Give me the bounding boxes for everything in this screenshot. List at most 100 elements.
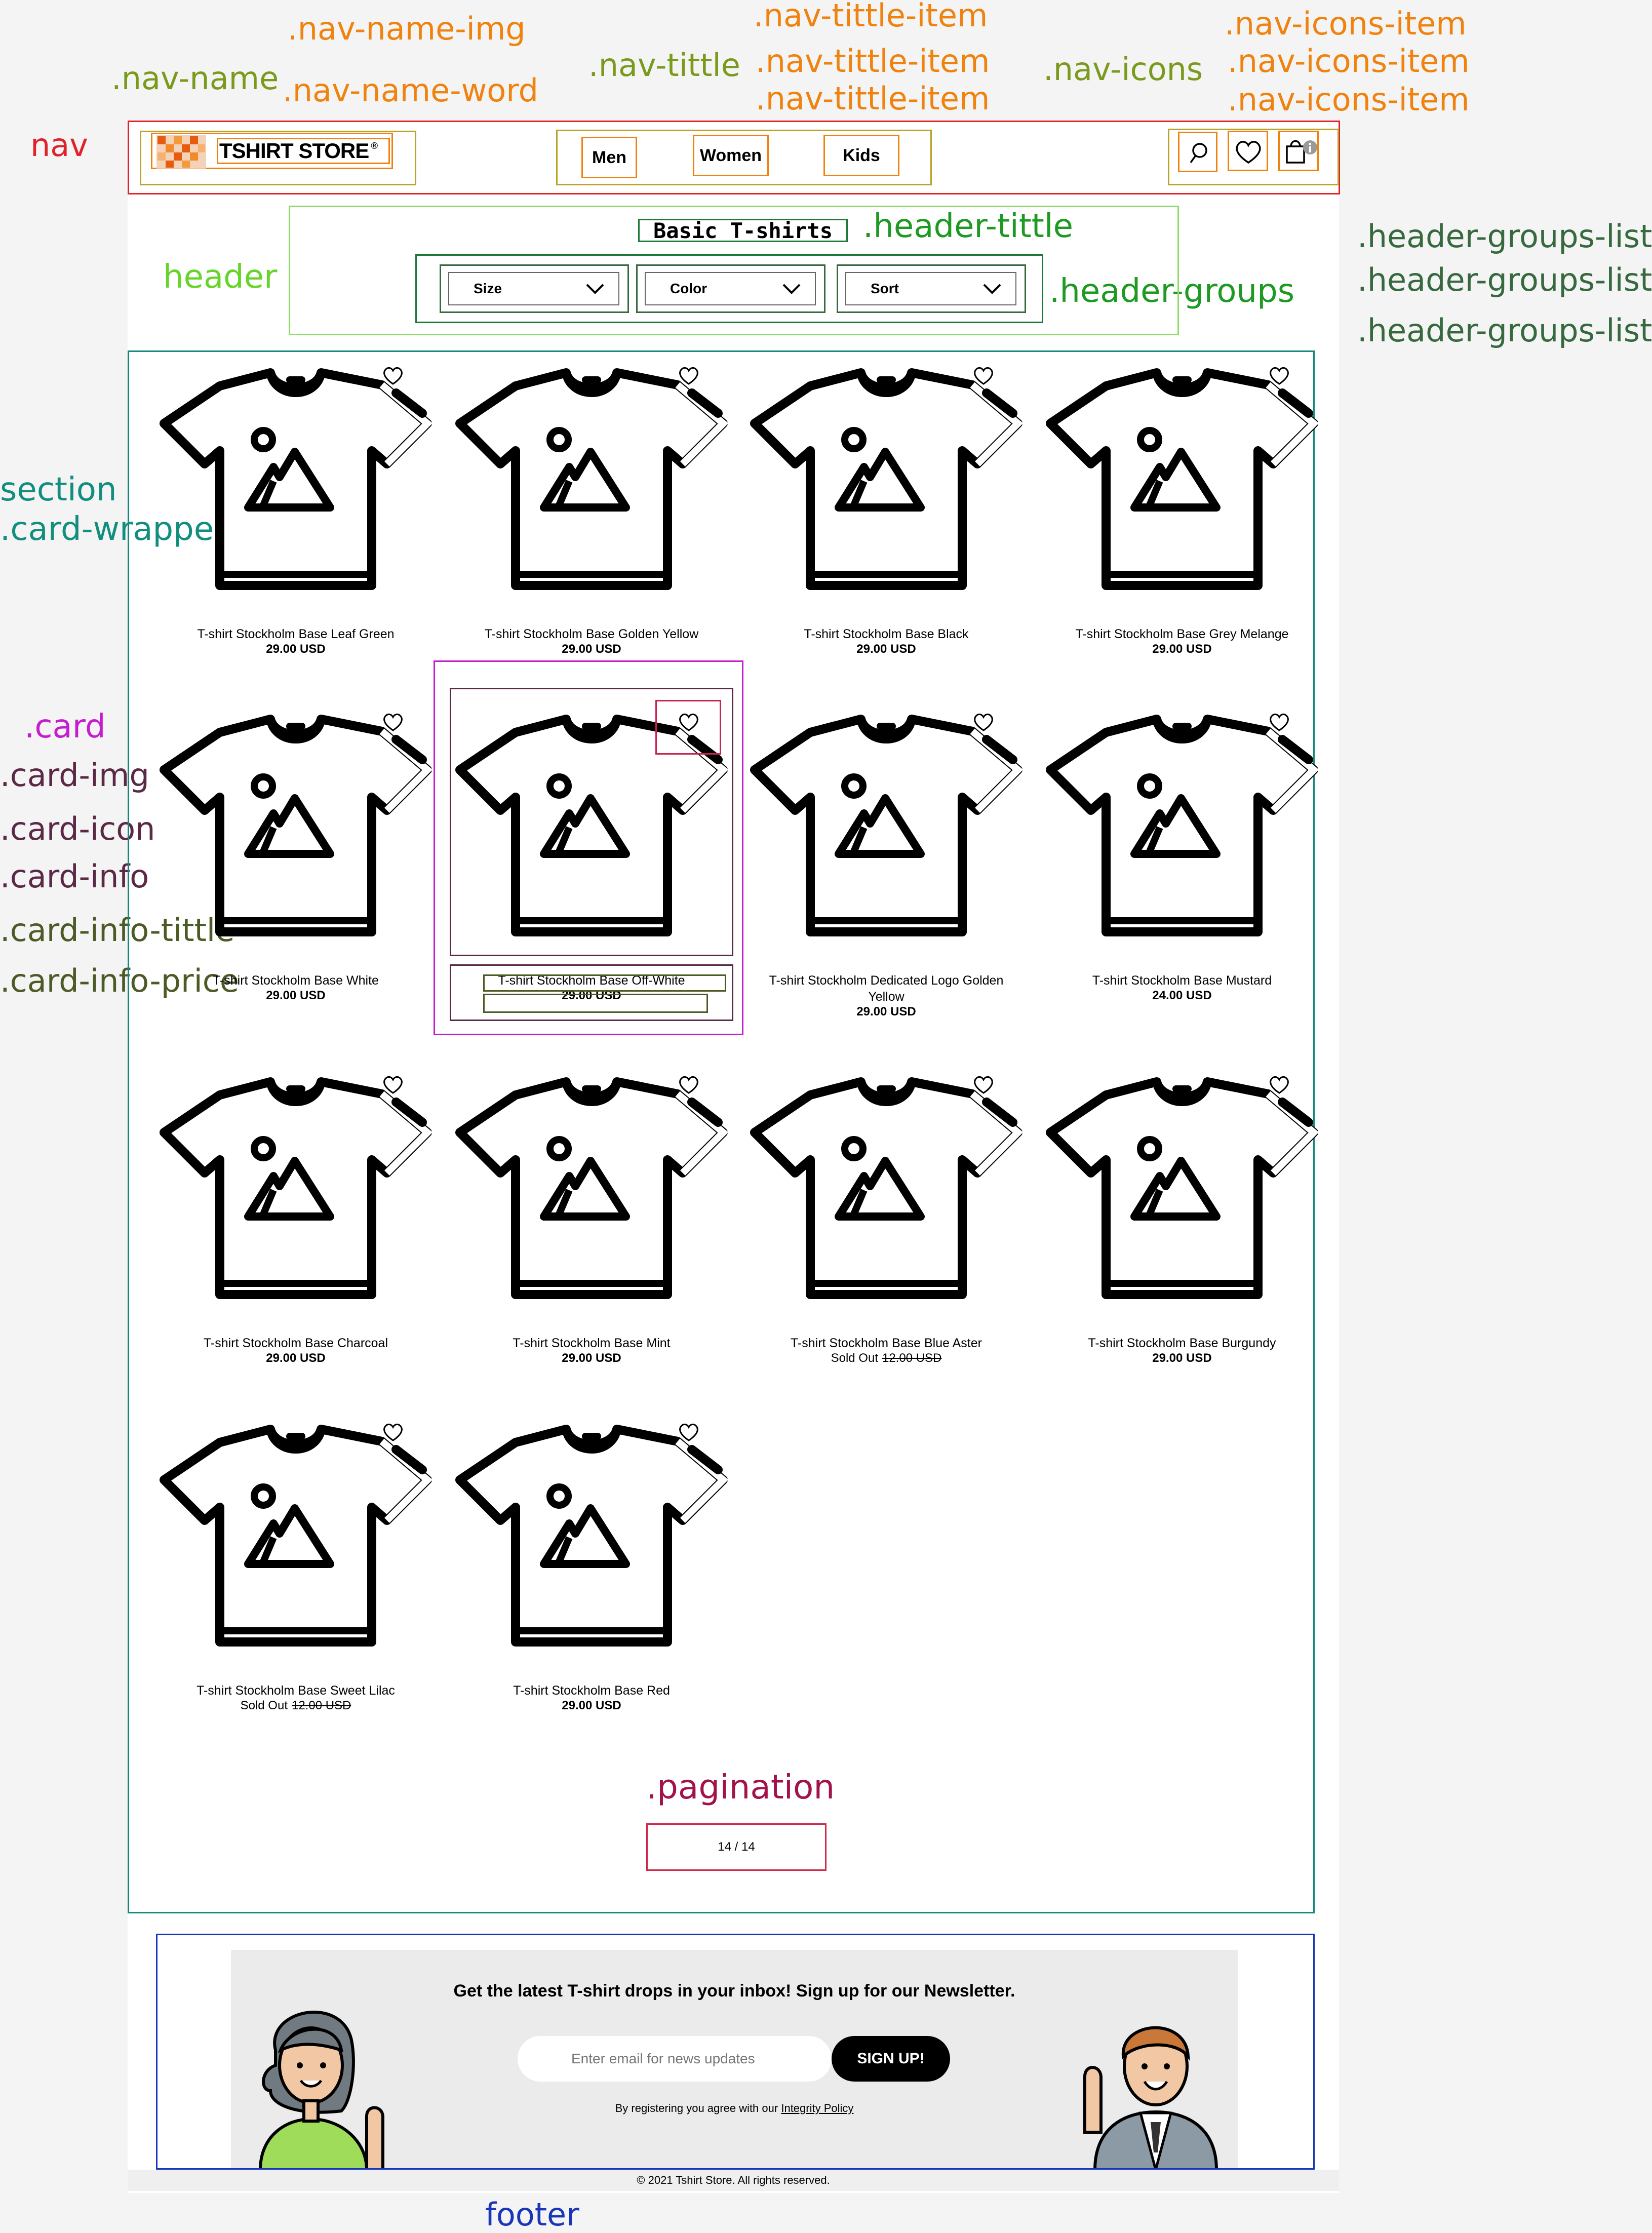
card-icon[interactable] (382, 1422, 404, 1442)
product-card[interactable]: T-shirt Stockholm Base Golden Yellow 29.0… (450, 358, 733, 682)
card-info-tittle[interactable]: T-shirt Stockholm Dedicated Logo Golden … (760, 972, 1013, 1005)
card-icon[interactable] (678, 1075, 700, 1095)
product-card[interactable]: T-shirt Stockholm Base Mint 29.00 USD (450, 1067, 733, 1391)
card-info-tittle[interactable]: T-shirt Stockholm Base Golden Yellow (465, 626, 718, 642)
color-select-label: Color (670, 281, 707, 296)
tshirt-image (1046, 715, 1319, 936)
tshirt-image (455, 368, 729, 590)
nav-link-women[interactable]: Women (693, 135, 769, 176)
product-card[interactable]: T-shirt Stockholm Base Sweet Lilac Sold O… (154, 1414, 438, 1738)
product-card[interactable]: T-shirt Stockholm Base Burgundy 29.00 USD (1040, 1067, 1324, 1391)
card-img[interactable] (450, 358, 733, 603)
card-info-price: 29.00 USD (562, 642, 621, 656)
card-icon[interactable] (382, 1075, 404, 1095)
nav-name-word[interactable]: TSHIRT STORE ® (217, 138, 390, 164)
card-icon[interactable] (1268, 1075, 1290, 1095)
header-tittle: Basic T-shirts (638, 218, 848, 243)
wishlist-heart-icon (383, 1076, 403, 1094)
wishlist-heart-icon (383, 713, 403, 731)
copyright-text: © 2021 Tshirt Store. All rights reserved… (637, 2174, 830, 2186)
annotation-nav-icons-item-3: .nav-icons-item (1228, 81, 1470, 118)
card-icon[interactable] (1268, 366, 1290, 386)
annotation-nav-tittle-item-3: .nav-tittle-item (756, 80, 990, 117)
card-info-tittle[interactable]: T-shirt Stockholm Base Burgundy (1055, 1335, 1309, 1351)
nav-cart-button[interactable] (1278, 131, 1319, 171)
nav-link-kids[interactable]: Kids (823, 135, 899, 176)
card-info-price: 29.00 USD (856, 1005, 916, 1018)
product-card[interactable]: T-shirt Stockholm Base Leaf Green 29.00 U… (154, 358, 438, 682)
tshirt-image (1046, 1077, 1319, 1299)
card-info-price: 29.00 USD (266, 1351, 326, 1365)
product-card[interactable]: T-shirt Stockholm Base Grey Melange 29.00… (1040, 358, 1324, 682)
nav-search-button[interactable] (1178, 132, 1217, 172)
card-icon[interactable] (382, 366, 404, 386)
card-info-tittle[interactable]: T-shirt Stockholm Base Sweet Lilac (169, 1682, 422, 1699)
card-icon[interactable] (678, 1422, 700, 1442)
card-img[interactable] (744, 358, 1028, 603)
nav-link-men[interactable]: Men (581, 137, 637, 178)
card-img[interactable] (1040, 1067, 1324, 1312)
annotation-nav-tittle: .nav-tittle (588, 47, 740, 84)
card-img[interactable] (154, 1067, 438, 1312)
product-card[interactable]: T-shirt Stockholm Base Mustard 24.00 USD (1040, 704, 1324, 1028)
card-img[interactable] (1040, 358, 1324, 603)
card-info-tittle[interactable]: T-shirt Stockholm Base White (169, 972, 422, 989)
wishlist-heart-icon (974, 1076, 993, 1094)
card-info-tittle[interactable]: T-shirt Stockholm Base Blue Aster (760, 1335, 1013, 1351)
heart-icon (1236, 141, 1261, 164)
color-select[interactable]: Color (645, 272, 816, 305)
product-card[interactable]: T-shirt Stockholm Dedicated Logo Golden … (744, 704, 1028, 1028)
product-card[interactable]: T-shirt Stockholm Base Blue Aster Sold Ou… (744, 1067, 1028, 1391)
card-info-tittle[interactable]: T-shirt Stockholm Base Grey Melange (1055, 626, 1309, 642)
nav-wishlist-button[interactable] (1228, 131, 1268, 171)
card-img[interactable] (154, 704, 438, 949)
card-img[interactable] (450, 1414, 733, 1659)
product-card[interactable]: T-shirt Stockholm Base Red 29.00 USD (450, 1414, 733, 1738)
card-info-tittle[interactable]: T-shirt Stockholm Base Charcoal (169, 1335, 422, 1351)
card-icon[interactable] (972, 366, 995, 386)
card-img[interactable] (744, 704, 1028, 949)
annotation-nav-tittle-item-2: .nav-tittle-item (756, 43, 990, 80)
card-icon[interactable] (972, 712, 995, 732)
tshirt-image (1046, 368, 1319, 590)
tshirt-image (160, 1425, 433, 1647)
card-img[interactable] (154, 358, 438, 603)
annotation-card-info: .card-info (0, 858, 149, 895)
tshirt-image (750, 1077, 1024, 1299)
product-card[interactable]: T-shirt Stockholm Base Charcoal 29.00 USD (154, 1067, 438, 1391)
product-card[interactable]: T-shirt Stockholm Base Black 29.00 USD (744, 358, 1028, 682)
card-info-tittle[interactable]: T-shirt Stockholm Base Mustard (1055, 972, 1309, 989)
card-img[interactable] (744, 1067, 1028, 1312)
card-info-price: 29.00 USD (1152, 642, 1212, 656)
header-groups-list-sort: Sort (837, 264, 1026, 313)
card-icon[interactable] (678, 366, 700, 386)
card-info-price: Sold Out 12.00 USD (760, 1351, 1013, 1365)
size-select[interactable]: Size (448, 272, 619, 305)
sold-out-label: Sold Out (240, 1699, 288, 1712)
old-price: 12.00 USD (291, 1699, 351, 1712)
card-icon[interactable] (382, 712, 404, 732)
product-card[interactable]: T-shirt Stockholm Base White 29.00 USD (154, 704, 438, 1028)
tshirt-image (160, 715, 433, 936)
pagination[interactable]: 14 / 14 (646, 1823, 827, 1871)
size-select-label: Size (474, 281, 502, 296)
tshirt-image (750, 715, 1024, 936)
tshirt-image (455, 1077, 729, 1299)
wishlist-heart-icon (679, 1076, 698, 1094)
card-info-tittle[interactable]: T-shirt Stockholm Base Red (465, 1682, 718, 1699)
card-img[interactable] (154, 1414, 438, 1659)
brand-name: TSHIRT STORE (219, 139, 369, 163)
wishlist-heart-icon (1270, 367, 1289, 385)
card-img[interactable] (1040, 704, 1324, 949)
card-info-tittle[interactable]: T-shirt Stockholm Base Leaf Green (169, 626, 422, 642)
card-icon[interactable] (972, 1075, 995, 1095)
chevron-down-icon (586, 284, 604, 294)
sort-select[interactable]: Sort (845, 272, 1016, 305)
card-icon[interactable] (1268, 712, 1290, 732)
card-img[interactable] (450, 1067, 733, 1312)
sold-out-label: Sold Out (831, 1351, 878, 1365)
annotation-nav-name: .nav-name (111, 60, 279, 97)
annotation-nav-name-img: .nav-name-img (288, 10, 526, 47)
card-info-tittle[interactable]: T-shirt Stockholm Base Mint (465, 1335, 718, 1351)
card-info-tittle[interactable]: T-shirt Stockholm Base Black (760, 626, 1013, 642)
